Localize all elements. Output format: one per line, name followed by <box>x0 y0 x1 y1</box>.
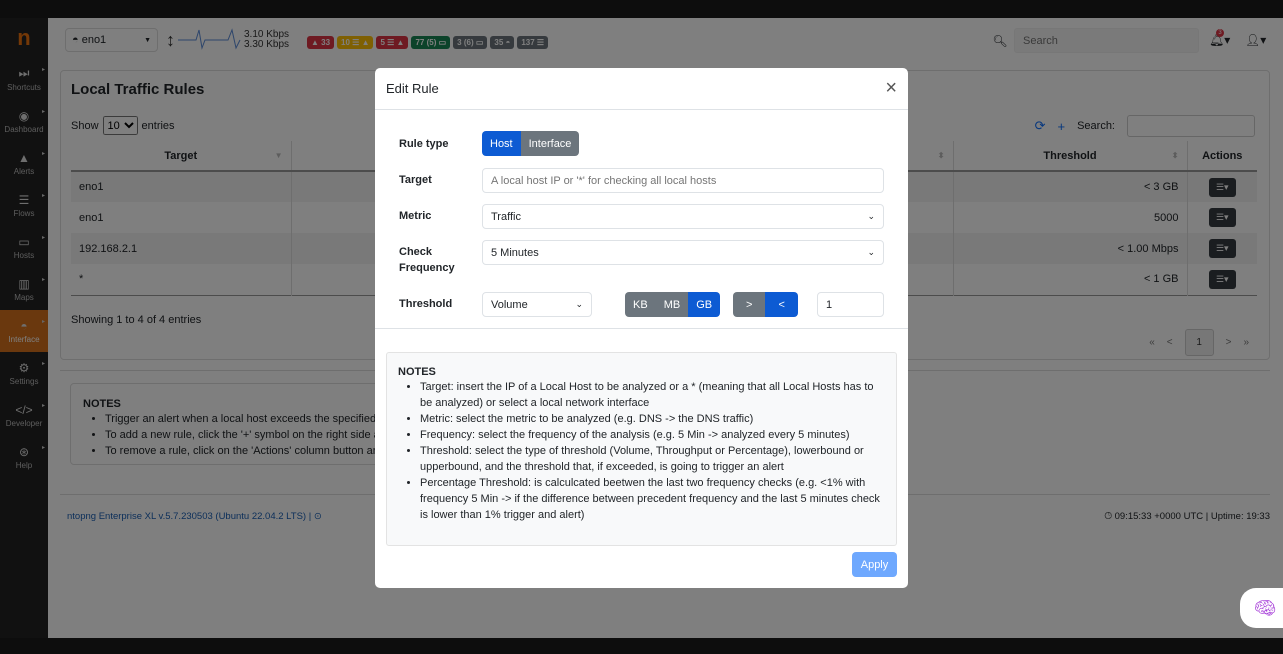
target-field <box>482 168 884 193</box>
modal-title: Edit Rule <box>386 81 439 96</box>
metric-select[interactable]: Traffic ⌄ <box>482 204 884 229</box>
frequency-label: Check Frequency <box>399 246 455 274</box>
chevron-down-icon: ⌄ <box>867 247 875 257</box>
threshold-value: 1 <box>826 298 833 311</box>
unit-gb-button[interactable]: GB <box>688 292 721 317</box>
frequency-value: 5 Minutes <box>491 246 539 259</box>
threshold-type-select[interactable]: Volume ⌄ <box>482 292 592 317</box>
metric-label: Metric <box>399 210 432 222</box>
rule-type-host-button[interactable]: Host <box>482 131 521 156</box>
rule-type-toggle: Host Interface <box>482 131 580 156</box>
metric-value: Traffic <box>491 210 521 223</box>
close-icon[interactable]: × <box>885 77 897 100</box>
modal-notes: NOTES Target: insert the IP of a Local H… <box>386 352 897 546</box>
brain-assistant-icon[interactable]: 🧠︎ <box>1240 588 1283 628</box>
modal-notes-title: NOTES <box>398 366 436 378</box>
unit-mb-button[interactable]: MB <box>655 292 689 317</box>
note-item: Target: insert the IP of a Local Host to… <box>420 379 885 411</box>
threshold-value-field[interactable]: 1 <box>817 292 884 317</box>
note-item: Threshold: select the type of threshold … <box>420 443 885 475</box>
rule-type-interface-button[interactable]: Interface <box>520 131 580 156</box>
bound-toggle: > < <box>733 292 798 317</box>
modal-header: Edit Rule × <box>375 68 908 110</box>
note-item: Metric: select the metric to be analyzed… <box>420 411 885 427</box>
note-item: Percentage Threshold: is calculcated bee… <box>420 475 885 523</box>
chevron-down-icon: ⌄ <box>575 299 583 309</box>
upperbound-button[interactable]: > <box>733 292 766 317</box>
window-top-bar <box>0 0 1283 18</box>
unit-kb-button[interactable]: KB <box>625 292 656 317</box>
window-bottom-bar <box>0 638 1283 654</box>
rule-type-label: Rule type <box>399 138 449 150</box>
frequency-select[interactable]: 5 Minutes ⌄ <box>482 240 884 265</box>
threshold-type-value: Volume <box>491 298 528 311</box>
modal-divider <box>375 328 908 329</box>
threshold-label: Threshold <box>399 298 453 310</box>
target-input[interactable] <box>491 174 875 187</box>
unit-toggle: KB MB GB <box>625 292 721 317</box>
lowerbound-button[interactable]: < <box>765 292 798 317</box>
note-item: Frequency: select the frequency of the a… <box>420 427 885 443</box>
apply-button[interactable]: Apply <box>852 552 897 577</box>
target-label: Target <box>399 174 432 186</box>
chevron-down-icon: ⌄ <box>867 211 875 221</box>
edit-rule-modal: Edit Rule × Rule type Host Interface Targe… <box>375 68 908 588</box>
